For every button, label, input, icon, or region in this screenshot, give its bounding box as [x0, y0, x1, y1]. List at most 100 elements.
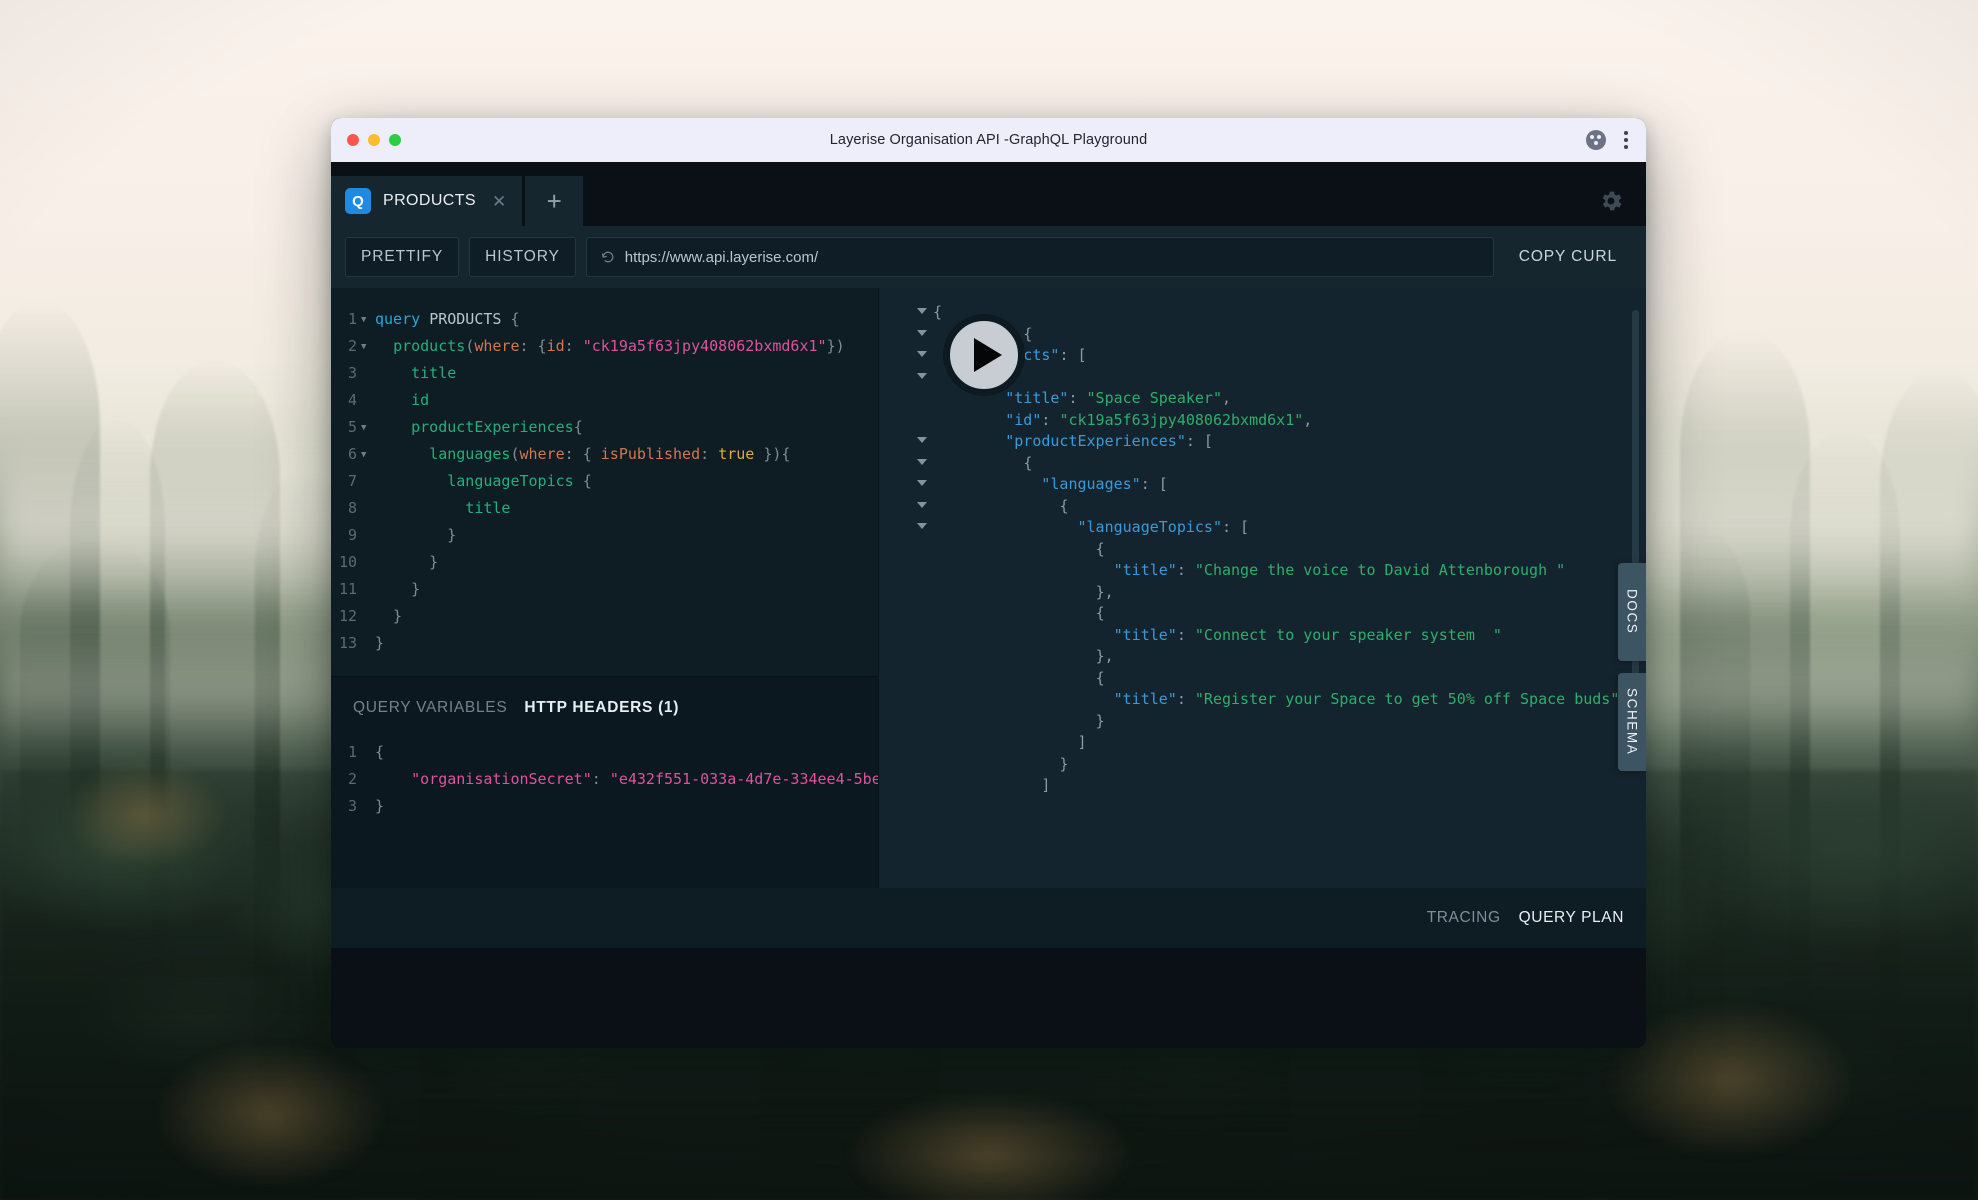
fold-toggle-icon[interactable]: ▼ [361, 415, 375, 441]
line-number: 13 [338, 634, 357, 652]
line-number: 1 [347, 310, 357, 328]
settings-button[interactable] [1598, 188, 1646, 226]
fold-toggle-icon[interactable] [917, 480, 927, 486]
code-token: where [474, 337, 520, 355]
line-number: 5 [347, 418, 357, 436]
tracing-tab[interactable]: TRACING [1427, 909, 1501, 927]
kebab-menu-icon[interactable] [1622, 129, 1630, 151]
fold-toggle-icon[interactable] [917, 308, 927, 314]
fold-toggle-icon[interactable] [917, 523, 927, 529]
query-toolbar: PRETTIFY HISTORY https://www.api.layeris… [331, 226, 1646, 288]
code-line: 5 ▼ productExperiences{ [331, 414, 878, 441]
fold-toggle-icon[interactable]: ▼ [361, 442, 375, 468]
code-token: products [393, 337, 466, 355]
code-token: } [375, 607, 403, 625]
line-number: 3 [347, 797, 357, 815]
variables-tabs[interactable]: QUERY VARIABLES HTTP HEADERS (1) [331, 677, 878, 717]
response-line: "productExperiences": [ [879, 431, 1646, 453]
code-token: , [1303, 410, 1313, 429]
schema-tab[interactable]: SCHEMA [1618, 673, 1646, 771]
fold-toggle-icon[interactable] [917, 437, 927, 443]
response-line: { [879, 668, 1646, 690]
fold-spacer: ▼ [361, 604, 375, 630]
fold-toggle-icon[interactable]: ▼ [361, 307, 375, 333]
fold-toggle-icon[interactable] [917, 329, 927, 336]
code-token: { [933, 453, 1033, 472]
tab-products[interactable]: Q PRODUCTS ✕ [331, 176, 523, 226]
code-line: 2▼ "organisationSecret": "e432f551-033a-… [331, 766, 878, 793]
response-line: "title": "Connect to your speaker system… [879, 625, 1646, 647]
code-token: : [ [1222, 518, 1250, 536]
fold-spacer: ▼ [361, 740, 375, 766]
reload-icon[interactable] [600, 249, 616, 265]
query-editor[interactable]: 1 ▼ query PRODUCTS {2 ▼ products(where: {id… [331, 288, 878, 676]
fold-toggle-icon[interactable] [917, 501, 927, 508]
code-token: query [375, 310, 430, 328]
code-token: } [375, 580, 421, 598]
gear-icon [1602, 191, 1622, 211]
response-line: }, [879, 582, 1646, 604]
code-token: PRODUCTS [429, 310, 502, 328]
fold-spacer: ▼ [361, 550, 375, 576]
code-token: } [375, 797, 385, 815]
query-plan-tab[interactable]: QUERY PLAN [1519, 909, 1624, 927]
fold-toggle-icon[interactable] [917, 372, 927, 379]
endpoint-url-value: https://www.api.layerise.com/ [624, 248, 819, 266]
response-line: ] [879, 775, 1646, 797]
copy-curl-button[interactable]: COPY CURL [1504, 237, 1632, 277]
query-variables-tab[interactable]: QUERY VARIABLES [353, 699, 507, 717]
code-token: { [933, 668, 1105, 687]
line-number: 11 [338, 580, 357, 598]
code-token: "productExperiences" [1005, 432, 1186, 450]
response-line: { [879, 453, 1646, 475]
http-headers-code[interactable]: 1▼{2▼ "organisationSecret": "e432f551-03… [331, 717, 878, 820]
close-window-button[interactable] [347, 134, 359, 146]
code-token: "title" [1113, 625, 1177, 644]
code-line: 8▼ title [331, 495, 878, 522]
execute-query-button[interactable] [943, 314, 1025, 396]
new-tab-button[interactable]: + [525, 176, 584, 226]
profile-dots-icon[interactable] [1586, 130, 1606, 150]
code-token: : [591, 770, 610, 788]
minimize-window-button[interactable] [368, 134, 380, 146]
code-token: }){ [754, 445, 791, 463]
code-token: languages [429, 445, 511, 463]
tab-label: PRODUCTS [383, 192, 476, 209]
query-code[interactable]: 1 ▼ query PRODUCTS {2 ▼ products(where: {id… [331, 306, 878, 657]
fold-toggle-icon[interactable] [917, 351, 927, 357]
code-token: "Connect to your speaker system " [1194, 625, 1502, 644]
window-controls[interactable] [347, 134, 401, 146]
maximize-window-button[interactable] [389, 134, 401, 146]
response-line: { [879, 496, 1646, 518]
close-icon[interactable]: ✕ [492, 193, 506, 210]
side-tabs: DOCS SCHEMA [1618, 563, 1646, 771]
code-line: 12▼ } [331, 603, 878, 630]
fold-spacer: ▼ [361, 523, 375, 549]
docs-tab[interactable]: DOCS [1618, 563, 1646, 661]
code-token: : [1176, 625, 1195, 644]
code-line: 10▼ } [331, 549, 878, 576]
prettify-button[interactable]: PRETTIFY [345, 237, 460, 277]
code-token: "id" [1005, 410, 1042, 429]
code-token: "Space Speaker" [1086, 389, 1222, 407]
response-line: "title": "Register your Space to get 50%… [879, 689, 1646, 711]
code-token: } [375, 526, 457, 544]
code-token: languageTopics [447, 472, 574, 490]
code-token: } [933, 711, 1105, 730]
http-headers-tab[interactable]: HTTP HEADERS (1) [524, 699, 679, 717]
fold-toggle-icon[interactable]: ▼ [361, 334, 375, 360]
fold-toggle-icon[interactable] [917, 458, 927, 465]
code-token: : [ [1140, 475, 1168, 493]
code-token: : [ [1185, 432, 1213, 450]
endpoint-url-input[interactable]: https://www.api.layerise.com/ [585, 237, 1494, 277]
code-token: "Change the voice to David Attenborough … [1194, 561, 1566, 579]
line-number: 2 [347, 770, 357, 788]
code-token: "organisationSecret" [411, 770, 592, 788]
history-button[interactable]: HISTORY [469, 237, 576, 277]
